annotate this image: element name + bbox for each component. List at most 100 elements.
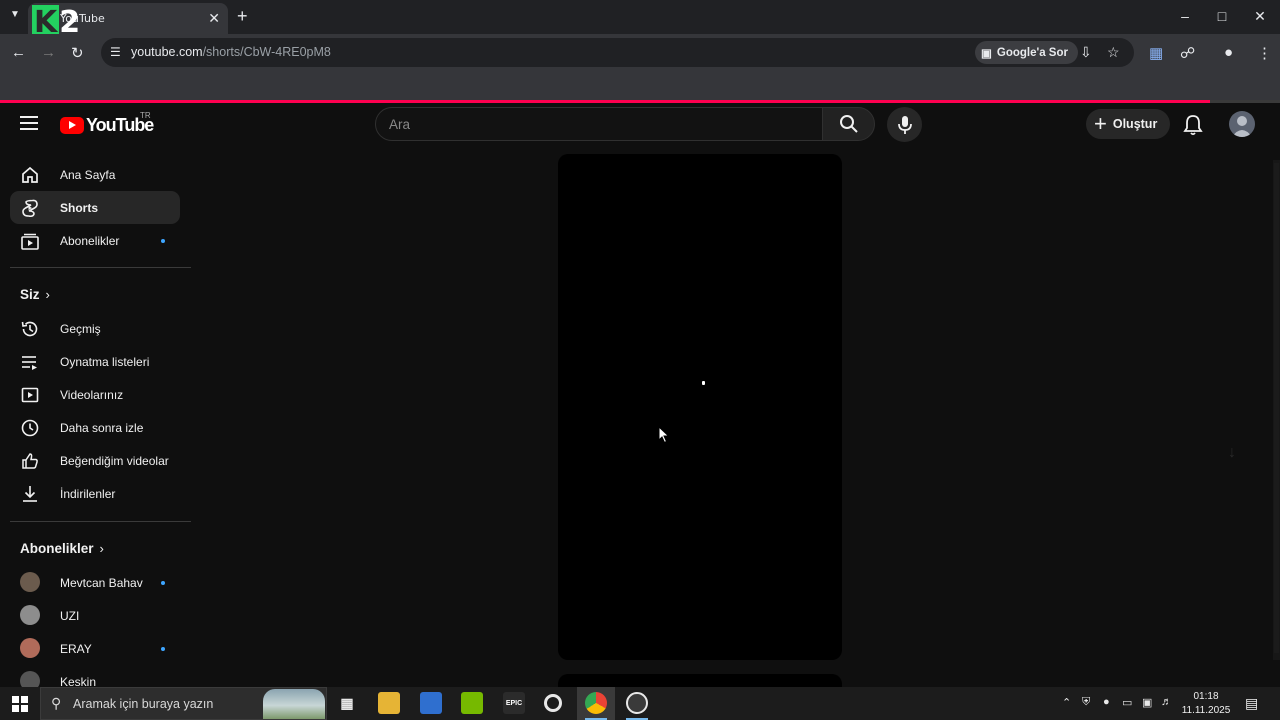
home-icon xyxy=(22,166,38,183)
tab-search-icon[interactable]: ▼ xyxy=(10,9,20,20)
loading-indicator xyxy=(702,381,705,385)
next-shorts-video[interactable] xyxy=(558,674,842,688)
mouse-cursor-icon xyxy=(658,426,670,444)
network-icon[interactable]: ▣ xyxy=(1142,696,1152,709)
browser-menu-icon[interactable]: ⋮ xyxy=(1257,44,1272,62)
search-input[interactable]: Ara xyxy=(375,107,823,141)
taskbar-search-input[interactable]: ⚲ Aramak için buraya yazın xyxy=(40,687,327,720)
sidebar-item-downloads[interactable]: İndirilenler xyxy=(10,477,180,510)
microsoft-store-icon[interactable] xyxy=(420,692,442,714)
sidebar-item-label: Videolarınız xyxy=(60,388,124,402)
nvidia-icon[interactable] xyxy=(461,692,483,714)
watch-later-icon xyxy=(21,419,39,437)
bookmark-star-icon[interactable]: ☆ xyxy=(1107,44,1120,61)
reload-icon[interactable]: ↻ xyxy=(71,44,84,62)
show-hidden-icons-icon[interactable]: ⌃ xyxy=(1062,696,1071,709)
downloads-icon xyxy=(23,486,37,502)
shorts-video-player[interactable] xyxy=(558,154,842,660)
chrome-icon[interactable] xyxy=(585,692,607,714)
sidebar-item-your-videos[interactable]: Videolarınız xyxy=(10,378,180,411)
volume-icon[interactable]: ♬ xyxy=(1161,696,1172,708)
windows-start-icon[interactable] xyxy=(12,696,28,712)
notifications-bell-icon[interactable] xyxy=(1183,114,1203,141)
epic-games-icon[interactable]: EPIC xyxy=(503,692,525,714)
clock-time: 01:18 xyxy=(1193,691,1219,702)
history-icon xyxy=(21,321,38,337)
task-view-icon[interactable]: ▦ xyxy=(336,692,358,714)
youtube-header: YouTube TR Ara + Oluştur xyxy=(0,103,1280,147)
battery-icon[interactable]: ▭ xyxy=(1122,696,1132,709)
sidebar-channel-keskin[interactable]: Keskin xyxy=(10,665,180,687)
lens-label: Google'a Sor xyxy=(996,46,1068,59)
window-close-icon[interactable]: ✕ xyxy=(1245,8,1275,25)
scrollbar-thumb[interactable] xyxy=(1274,163,1279,653)
sidebar-divider xyxy=(10,267,191,268)
sidebar-section-subscriptions[interactable]: Abonelikler › xyxy=(20,541,104,556)
defender-shield-icon[interactable]: ⛨ xyxy=(1082,696,1090,709)
sidebar-item-watch-later[interactable]: Daha sonra izle xyxy=(10,411,180,444)
system-clock[interactable]: 01:18 11.11.2025 xyxy=(1181,690,1231,718)
sidebar-item-playlists[interactable]: Oynatma listeleri xyxy=(10,345,180,378)
plus-icon: + xyxy=(1094,111,1107,136)
profile-icon[interactable]: ● xyxy=(1224,44,1233,61)
search-highlight-image xyxy=(263,689,325,719)
microphone-icon xyxy=(897,115,912,134)
chevron-right-icon: › xyxy=(99,541,104,556)
search-button[interactable] xyxy=(822,107,875,141)
browser-toolbar: ← → ↻ ☰ youtube.com/shorts/CbW-4RE0pM8 ▣… xyxy=(0,34,1280,72)
sidebar-item-subscriptions[interactable]: Abonelikler xyxy=(10,224,180,257)
davinci-resolve-icon[interactable] xyxy=(544,694,562,712)
translate-icon[interactable]: ▦ xyxy=(1149,44,1163,62)
taskbar-search-placeholder: Aramak için buraya yazın xyxy=(73,697,214,711)
sidebar-item-liked-videos[interactable]: Beğendiğim videolar xyxy=(10,444,180,477)
lens-icon: ▣ xyxy=(981,47,992,60)
sidebar-item-history[interactable]: Geçmiş xyxy=(10,312,180,345)
sidebar-item-label: Shorts xyxy=(60,201,99,215)
browser-tab-strip: ▼ YouTube ✕ K2 + – □ ✕ xyxy=(0,0,1280,40)
sidebar-section-you[interactable]: Siz › xyxy=(20,287,50,302)
sidebar-channel-uzi[interactable]: UZI xyxy=(10,599,180,632)
next-video-arrow-icon[interactable]: ↓ xyxy=(1228,444,1236,462)
back-icon[interactable]: ← xyxy=(11,44,26,61)
address-bar[interactable]: ☰ youtube.com/shorts/CbW-4RE0pM8 ▣ Googl… xyxy=(101,38,1134,67)
sidebar-item-label: Oynatma listeleri xyxy=(60,355,150,369)
extensions-icon[interactable]: ☍ xyxy=(1180,44,1195,62)
minimize-icon[interactable]: – xyxy=(1170,8,1200,24)
voice-search-button[interactable] xyxy=(887,107,922,142)
create-button[interactable]: + Oluştur xyxy=(1086,109,1171,139)
url-text[interactable]: youtube.com/shorts/CbW-4RE0pM8 xyxy=(131,45,331,59)
menu-icon[interactable] xyxy=(20,116,38,134)
sidebar-item-label: İndirilenler xyxy=(60,487,116,501)
sidebar-item-label: Daha sonra izle xyxy=(60,421,144,435)
youtube-logo[interactable]: YouTube TR xyxy=(60,111,154,136)
sidebar-channel-eray[interactable]: ERAY xyxy=(10,632,180,665)
sidebar-item-home[interactable]: Ana Sayfa xyxy=(10,158,180,191)
obs-icon[interactable] xyxy=(626,692,648,714)
youtube-play-icon xyxy=(60,117,84,134)
region-code: TR xyxy=(140,111,151,120)
sidebar: Ana Sayfa Shorts Abonelikler Siz › Geçmiş… xyxy=(0,147,191,687)
channel-avatar xyxy=(20,638,40,658)
sidebar-item-label: Beğendiğim videolar xyxy=(60,454,169,468)
microphone-tray-icon[interactable]: ● xyxy=(1103,696,1110,708)
shorts-icon xyxy=(22,199,38,218)
channel-avatar xyxy=(20,605,40,625)
tab-close-icon[interactable]: ✕ xyxy=(208,10,220,27)
search-placeholder: Ara xyxy=(389,117,411,132)
forward-icon[interactable]: → xyxy=(41,44,56,61)
site-info-icon[interactable]: ☰ xyxy=(110,45,121,59)
new-tab-icon[interactable]: + xyxy=(237,6,248,27)
google-lens-button[interactable]: ▣ Google'a Sor xyxy=(975,41,1078,64)
sidebar-channel-mevtcan-bahav[interactable]: Mevtcan Bahav xyxy=(10,566,180,599)
new-content-dot xyxy=(161,581,165,585)
sidebar-item-label: Geçmiş xyxy=(60,322,101,336)
install-app-icon[interactable]: ⇩ xyxy=(1080,44,1092,61)
notification-center-icon[interactable]: ▤ xyxy=(1245,695,1258,712)
maximize-icon[interactable]: □ xyxy=(1207,8,1237,24)
account-avatar[interactable] xyxy=(1229,111,1255,137)
sidebar-item-shorts[interactable]: Shorts xyxy=(10,191,180,224)
bookmarks-bar xyxy=(0,72,1280,100)
file-explorer-icon[interactable] xyxy=(378,692,400,714)
channel-name: UZI xyxy=(60,609,80,623)
sidebar-item-label: Abonelikler xyxy=(60,234,120,248)
